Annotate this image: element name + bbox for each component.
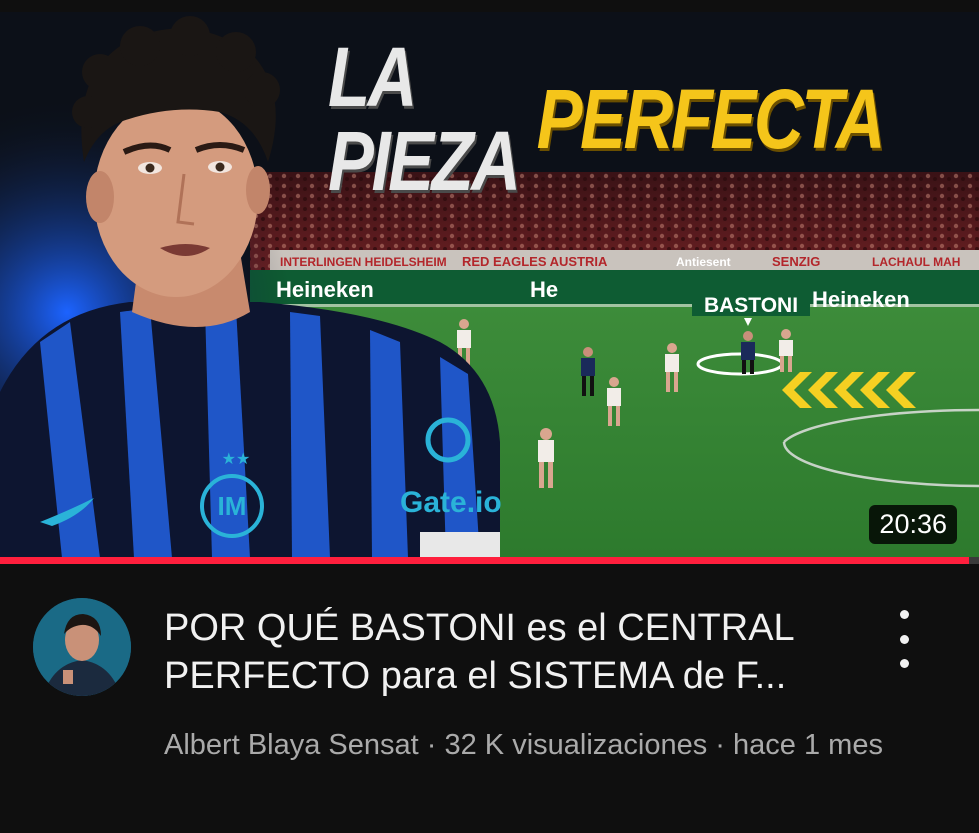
video-metadata: POR QUÉ BASTONI es el CENTRAL PERFECTO p… — [0, 564, 979, 833]
channel-name[interactable]: Albert Blaya Sensat — [164, 729, 419, 761]
video-title-line-1: POR QUÉ BASTONI es el CENTRAL — [164, 607, 795, 649]
watch-progress-fill — [0, 557, 970, 564]
video-title[interactable]: POR QUÉ BASTONI es el CENTRAL PERFECTO p… — [164, 604, 864, 700]
thumbnail-title: LA PIEZA PERFECTA — [328, 35, 886, 203]
banner-2: RED EAGLES AUSTRIA — [462, 254, 608, 269]
ad-heineken-3: Heineken — [812, 287, 910, 312]
shirt-sponsor: Gate.io — [400, 486, 502, 519]
ad-heineken-1: Heineken — [276, 277, 374, 302]
ad-heineken-2: He — [530, 277, 558, 302]
channel-avatar[interactable] — [33, 598, 131, 696]
separator: · — [418, 729, 445, 761]
video-thumbnail[interactable]: IM ★★ Gate.io Heineken He Heineken INTER… — [0, 12, 979, 558]
separator: · — [707, 729, 734, 761]
watch-progress-bar — [0, 557, 979, 564]
banner-1: INTERLINGEN HEIDELSHEIM — [280, 255, 447, 269]
thumbnail-title-yellow: PERFECTA — [536, 72, 886, 166]
thumbnail-title-white: LA PIEZA — [328, 30, 521, 208]
svg-text:IM: IM — [218, 491, 247, 521]
banner-3: Antiesent — [676, 255, 731, 269]
upload-age: hace 1 mes — [733, 729, 883, 761]
duration-badge: 20:36 — [869, 505, 957, 544]
view-count: 32 K visualizaciones — [444, 729, 708, 761]
more-vert-icon[interactable] — [886, 604, 922, 674]
svg-text:★★: ★★ — [222, 451, 251, 468]
player-tag: BASTONI — [704, 294, 798, 317]
banner-5: LACHAUL MAH — [872, 255, 960, 269]
video-title-line-2: PERFECTO para el SISTEMA de F... — [164, 655, 787, 697]
video-subtitle: Albert Blaya Sensat · 32 K visualizacion… — [164, 724, 884, 766]
banner-4: SENZIG — [772, 254, 820, 269]
